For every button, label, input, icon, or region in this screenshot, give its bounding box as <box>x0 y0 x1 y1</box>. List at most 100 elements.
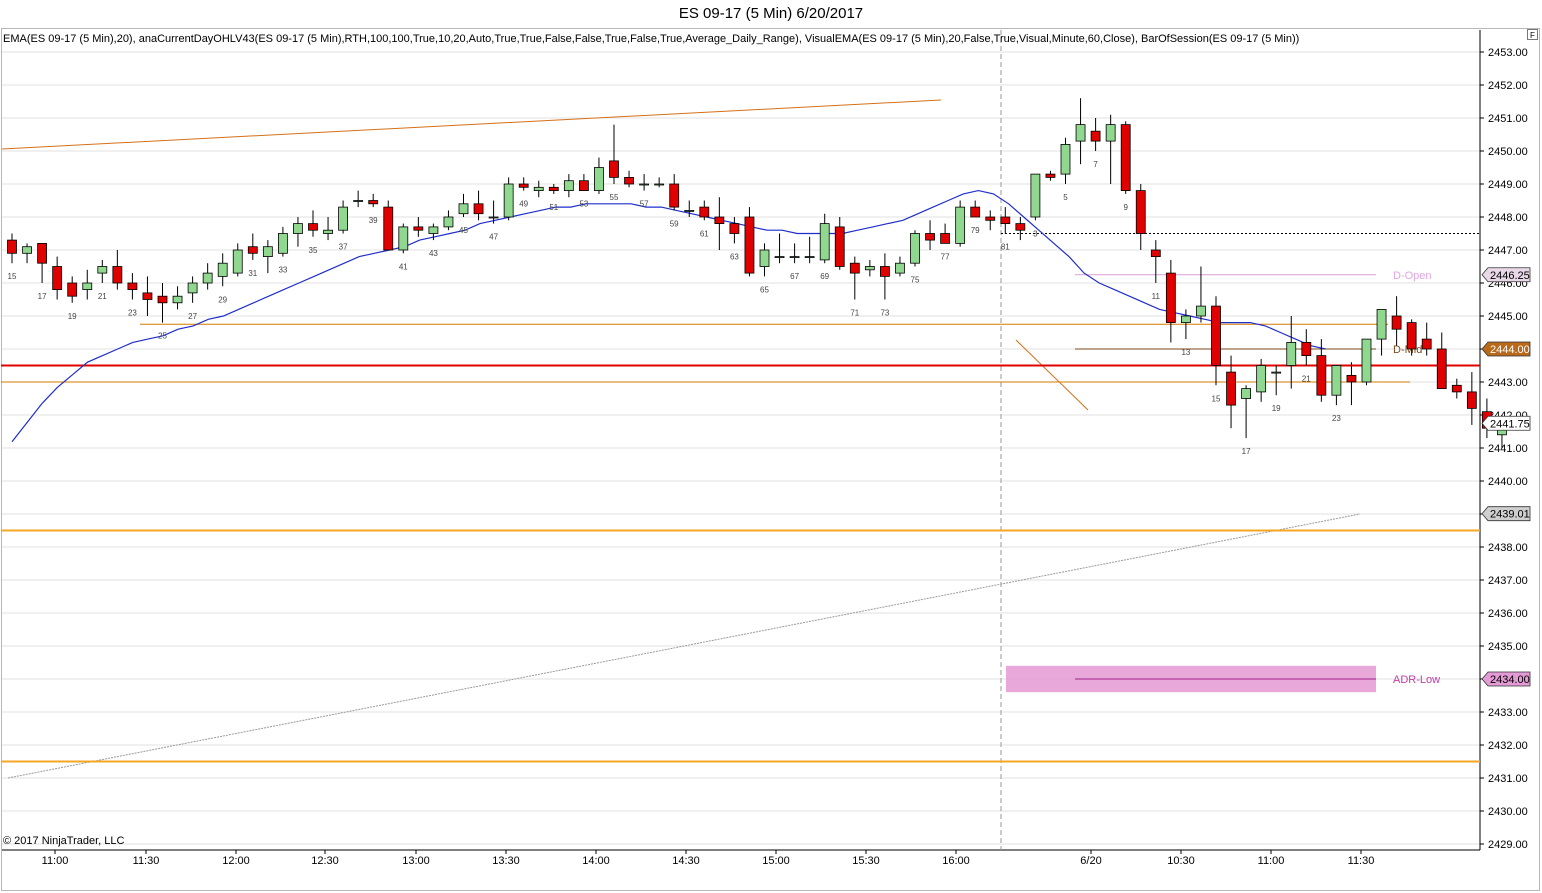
candle[interactable] <box>925 220 935 250</box>
candle[interactable] <box>142 276 153 316</box>
f-button[interactable]: F <box>1527 29 1538 40</box>
candle[interactable] <box>1165 259 1176 343</box>
candle[interactable] <box>262 240 273 274</box>
candle[interactable] <box>864 259 875 277</box>
candle[interactable] <box>1090 118 1101 151</box>
candle[interactable] <box>217 253 228 287</box>
candle[interactable] <box>1030 173 1041 221</box>
candle[interactable] <box>503 177 514 221</box>
candle[interactable] <box>849 256 860 300</box>
candle[interactable] <box>443 210 454 231</box>
candle[interactable] <box>940 223 950 244</box>
candle[interactable] <box>368 193 379 208</box>
candle[interactable] <box>729 217 740 244</box>
candle[interactable] <box>1271 365 1282 396</box>
candle-body-down <box>1000 216 1011 224</box>
candle[interactable] <box>1391 296 1402 346</box>
candle[interactable] <box>67 276 78 303</box>
candle[interactable] <box>834 217 845 270</box>
candle[interactable] <box>639 174 649 191</box>
candle[interactable] <box>518 177 529 191</box>
candle[interactable] <box>1045 170 1056 181</box>
candle[interactable] <box>37 242 47 283</box>
candle-body-down <box>940 233 950 244</box>
candle[interactable] <box>985 210 996 231</box>
candle[interactable] <box>714 197 725 250</box>
candle[interactable] <box>383 200 394 251</box>
candle[interactable] <box>338 200 349 234</box>
y-tick-label: 2429.00 <box>1488 839 1528 851</box>
candle[interactable] <box>157 283 168 323</box>
candle[interactable] <box>579 174 589 191</box>
candle[interactable] <box>533 180 544 198</box>
candle[interactable] <box>1346 362 1357 406</box>
candle[interactable] <box>789 243 800 264</box>
candle[interactable] <box>398 223 409 254</box>
candle[interactable] <box>669 174 680 211</box>
candle[interactable] <box>1241 385 1251 439</box>
price-chart[interactable]: 2453.00 2452.00 2451.00 2450.00 2449.00 2448.… <box>0 0 1542 893</box>
candle[interactable] <box>353 190 364 208</box>
candle[interactable] <box>654 177 665 188</box>
candle[interactable] <box>1135 184 1146 250</box>
candle[interactable] <box>232 243 243 277</box>
candle[interactable] <box>473 190 484 221</box>
candle[interactable] <box>7 233 17 264</box>
candle[interactable] <box>323 217 333 241</box>
bar-number-label: 53 <box>579 200 588 209</box>
candle[interactable] <box>774 233 785 264</box>
candle[interactable] <box>1361 338 1372 386</box>
candle[interactable] <box>1256 358 1267 402</box>
candle[interactable] <box>187 276 198 303</box>
candle[interactable] <box>563 174 574 198</box>
candle[interactable] <box>819 213 830 264</box>
candle[interactable] <box>895 256 905 277</box>
candle[interactable] <box>22 243 32 264</box>
candle[interactable] <box>127 273 138 300</box>
candle[interactable] <box>910 230 920 267</box>
candle[interactable] <box>880 253 890 300</box>
candle[interactable] <box>293 217 303 247</box>
price-tag-label: 2441.75 <box>1490 418 1530 430</box>
candle[interactable] <box>1105 114 1116 184</box>
y-tick-label: 2437.00 <box>1488 575 1528 587</box>
candle[interactable] <box>52 256 63 300</box>
candle[interactable] <box>413 217 424 237</box>
candle-body-up <box>443 216 454 228</box>
candle[interactable] <box>1060 137 1071 184</box>
candle[interactable] <box>458 193 469 217</box>
candle[interactable] <box>277 226 288 257</box>
candle[interactable] <box>684 200 695 218</box>
candle[interactable] <box>1211 296 1221 386</box>
candle[interactable] <box>82 269 93 300</box>
candle[interactable] <box>97 259 108 283</box>
candle[interactable] <box>112 250 123 290</box>
candle-body-down <box>970 206 981 218</box>
candle[interactable] <box>1150 240 1161 283</box>
candle[interactable] <box>609 124 619 184</box>
candle[interactable] <box>970 200 981 218</box>
candle[interactable] <box>1331 365 1342 406</box>
candle[interactable] <box>1421 322 1432 356</box>
candle[interactable] <box>1075 98 1086 165</box>
candle[interactable] <box>202 263 213 290</box>
candle[interactable] <box>308 210 318 237</box>
candle-body-up <box>563 180 574 191</box>
candle[interactable] <box>1436 332 1447 389</box>
candle[interactable] <box>1301 329 1312 366</box>
candle[interactable] <box>594 157 604 194</box>
candle[interactable] <box>247 233 258 260</box>
candle[interactable] <box>744 207 755 277</box>
candle[interactable] <box>172 286 183 310</box>
candle-body-down <box>67 282 78 297</box>
candle[interactable] <box>1286 316 1297 389</box>
candle[interactable] <box>1015 217 1026 241</box>
candle[interactable] <box>548 184 559 194</box>
candle[interactable] <box>624 170 634 188</box>
candle[interactable] <box>759 243 770 277</box>
candle[interactable] <box>1000 207 1011 234</box>
candle[interactable] <box>1120 121 1131 194</box>
candle[interactable] <box>699 200 710 221</box>
candle[interactable] <box>1466 372 1477 425</box>
candle[interactable] <box>955 200 966 247</box>
